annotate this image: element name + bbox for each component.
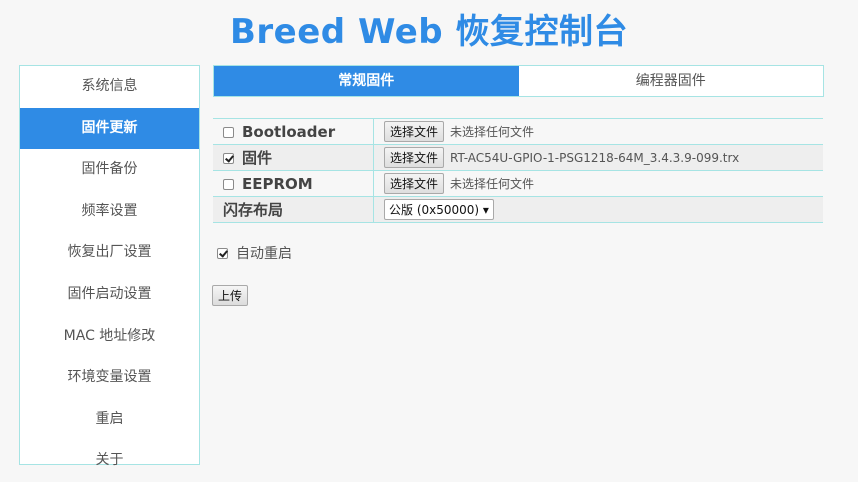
sidebar-item-firmware-backup[interactable]: 固件备份 [20, 149, 199, 191]
flash-layout-label: 闪存布局 [213, 196, 374, 223]
sidebar-item-boot-settings[interactable]: 固件启动设置 [20, 274, 199, 316]
tab-programmer-firmware[interactable]: 编程器固件 [519, 66, 824, 96]
eeprom-file-cell: 选择文件 未选择任何文件 [373, 170, 823, 197]
bootloader-label-cell: Bootloader [213, 118, 374, 145]
bootloader-file-cell: 选择文件 未选择任何文件 [373, 118, 823, 145]
sidebar-item-factory-reset[interactable]: 恢复出厂设置 [20, 232, 199, 274]
flash-layout-cell: 公版 (0x50000) ▾ [373, 196, 823, 223]
eeprom-label: EEPROM [242, 174, 313, 193]
firmware-label: 固件 [242, 149, 273, 167]
sidebar-item-frequency[interactable]: 频率设置 [20, 191, 199, 233]
sidebar-item-env-vars[interactable]: 环境变量设置 [20, 357, 199, 399]
upload-form-table: Bootloader 选择文件 未选择任何文件 固件 选择文件 RT-AC54U-G… [213, 118, 823, 223]
form-row-firmware: 固件 选择文件 RT-AC54U-GPIO-1-PSG1218-64M_3.4.3… [213, 144, 823, 171]
page-title: Breed Web 恢复控制台 [229, 12, 628, 52]
eeprom-checkbox[interactable] [223, 178, 234, 190]
auto-reboot-option: 自动重启 [217, 243, 292, 263]
bootloader-file-name: 未选择任何文件 [450, 125, 535, 139]
firmware-file-cell: 选择文件 RT-AC54U-GPIO-1-PSG1218-64M_3.4.3.9-… [373, 144, 823, 171]
auto-reboot-label: 自动重启 [236, 246, 292, 262]
sidebar-item-system-info[interactable]: 系统信息 [20, 66, 199, 108]
bootloader-checkbox[interactable] [223, 126, 234, 138]
upload-button[interactable]: 上传 [212, 285, 249, 306]
firmware-label-cell: 固件 [213, 144, 374, 171]
sidebar-item-reboot[interactable]: 重启 [20, 399, 199, 441]
sidebar-item-mac-address[interactable]: MAC 地址修改 [20, 316, 199, 358]
sidebar-item-firmware-update[interactable]: 固件更新 [20, 107, 199, 150]
bootloader-label: Bootloader [242, 122, 336, 141]
firmware-tabs: 常规固件 编程器固件 [213, 65, 824, 97]
sidebar: 系统信息 固件更新 固件备份 频率设置 恢复出厂设置 固件启动设置 MAC 地址… [19, 65, 200, 468]
firmware-checkbox[interactable] [223, 153, 234, 164]
form-row-eeprom: EEPROM 选择文件 未选择任何文件 [213, 170, 823, 197]
tab-regular-firmware[interactable]: 常规固件 [214, 66, 519, 96]
firmware-choose-file-button[interactable]: 选择文件 [384, 147, 445, 168]
flash-layout-select[interactable]: 公版 (0x50000) ▾ [384, 199, 494, 220]
eeprom-file-name: 未选择任何文件 [450, 177, 535, 191]
bootloader-choose-file-button[interactable]: 选择文件 [384, 121, 445, 142]
firmware-file-name: RT-AC54U-GPIO-1-PSG1218-64M_3.4.3.9-099.… [450, 151, 740, 165]
eeprom-choose-file-button[interactable]: 选择文件 [384, 173, 445, 194]
sidebar-item-about[interactable]: 关于 [20, 440, 199, 482]
form-row-bootloader: Bootloader 选择文件 未选择任何文件 [213, 118, 823, 145]
form-row-flash-layout: 闪存布局 公版 (0x50000) ▾ [213, 196, 823, 223]
auto-reboot-checkbox[interactable] [217, 248, 228, 259]
eeprom-label-cell: EEPROM [213, 170, 374, 197]
